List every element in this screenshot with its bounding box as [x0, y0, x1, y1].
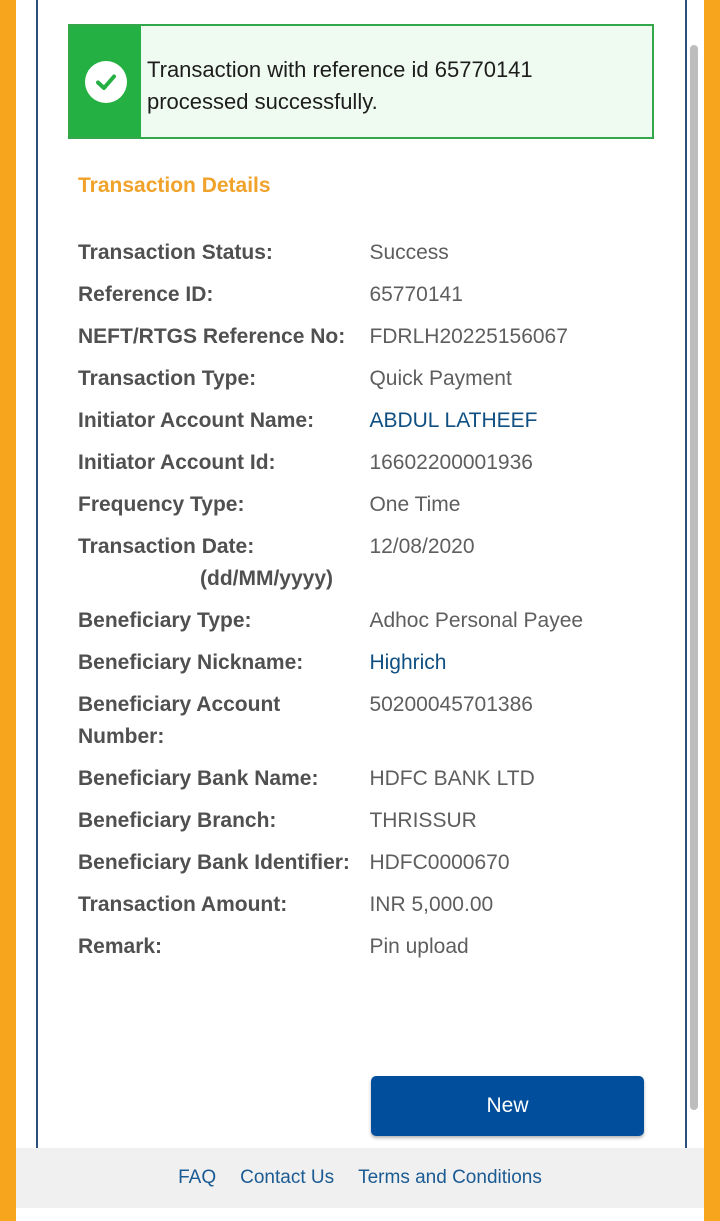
detail-row-beneficiary-nickname: Beneficiary Nickname: Highrich [78, 647, 638, 679]
detail-label: Initiator Account Id: [78, 451, 276, 474]
scrollbar[interactable] [690, 45, 698, 1110]
detail-label: Transaction Type: [78, 367, 257, 390]
detail-row-amount: Transaction Amount: INR 5,000.00 [78, 889, 638, 921]
detail-label: Frequency Type: [78, 493, 245, 516]
contact-us-link[interactable]: Contact Us [240, 1167, 334, 1189]
detail-row-beneficiary-type: Beneficiary Type: Adhoc Personal Payee [78, 605, 638, 637]
detail-label: Transaction Date: (dd/MM/yyyy) [78, 531, 369, 595]
detail-value: Pin upload [369, 935, 469, 958]
detail-row-status: Transaction Status: Success [78, 237, 638, 269]
detail-value: HDFC0000670 [369, 851, 510, 874]
initiator-account-name-link[interactable]: ABDUL LATHEEF [369, 405, 638, 437]
alert-message-line1: Transaction with reference id 65770141 [147, 57, 533, 82]
detail-row-beneficiary-identifier: Beneficiary Bank Identifier: HDFC0000670 [78, 847, 638, 879]
detail-label: Transaction Status: [78, 241, 273, 264]
detail-label: Beneficiary Bank Name: [78, 767, 319, 790]
detail-row-transaction-type: Transaction Type: Quick Payment [78, 363, 638, 395]
detail-row-reference-id: Reference ID: 65770141 [78, 279, 638, 311]
detail-row-transaction-date: Transaction Date: (dd/MM/yyyy) 12/08/202… [78, 531, 638, 595]
detail-row-beneficiary-account: Beneficiary Account Number: 502000457013… [78, 689, 638, 753]
alert-message-line2: processed successfully. [147, 89, 378, 114]
detail-label-main: Transaction Date: [78, 535, 255, 558]
detail-label: Beneficiary Nickname: [78, 651, 304, 674]
detail-label: Beneficiary Type: [78, 609, 252, 632]
detail-value: 65770141 [369, 283, 463, 306]
detail-value: One Time [369, 493, 461, 516]
detail-row-beneficiary-bank: Beneficiary Bank Name: HDFC BANK LTD [78, 763, 638, 795]
detail-label: Beneficiary Account Number: [78, 693, 281, 748]
detail-label: Reference ID: [78, 283, 214, 306]
faq-link[interactable]: FAQ [178, 1167, 216, 1189]
detail-value: 50200045701386 [369, 693, 533, 716]
detail-label: Initiator Account Name: [78, 409, 315, 432]
detail-label: Remark: [78, 935, 163, 958]
detail-value: HDFC BANK LTD [369, 767, 535, 790]
detail-value: Success [369, 241, 449, 264]
detail-row-initiator-name: Initiator Account Name: ABDUL LATHEEF [78, 405, 638, 437]
detail-label-format: (dd/MM/yyyy) [200, 567, 334, 590]
detail-value: INR 5,000.00 [369, 893, 494, 916]
terms-link[interactable]: Terms and Conditions [358, 1167, 542, 1189]
detail-value: THRISSUR [369, 809, 477, 832]
detail-label: Beneficiary Branch: [78, 809, 277, 832]
check-circle-icon [84, 60, 127, 103]
alert-icon-bar [70, 26, 141, 137]
new-button[interactable]: New [371, 1076, 644, 1136]
section-title: Transaction Details [78, 174, 271, 197]
footer: FAQ Contact Us Terms and Conditions [16, 1148, 704, 1208]
detail-value: FDRLH20225156067 [369, 325, 568, 348]
detail-value: 12/08/2020 [369, 535, 475, 558]
detail-row-neft-reference: NEFT/RTGS Reference No: FDRLH20225156067 [78, 321, 638, 353]
page-frame: Transaction with reference id 65770141 p… [16, 0, 704, 1221]
detail-value: Adhoc Personal Payee [369, 609, 584, 632]
detail-row-initiator-id: Initiator Account Id: 16602200001936 [78, 447, 638, 479]
detail-label: NEFT/RTGS Reference No: [78, 325, 346, 348]
detail-value: 16602200001936 [369, 451, 533, 474]
success-alert: Transaction with reference id 65770141 p… [68, 24, 654, 139]
detail-row-beneficiary-branch: Beneficiary Branch: THRISSUR [78, 805, 638, 837]
alert-message: Transaction with reference id 65770141 p… [141, 26, 621, 137]
beneficiary-nickname-link[interactable]: Highrich [369, 647, 638, 679]
detail-value: Quick Payment [369, 367, 512, 390]
detail-label: Transaction Amount: [78, 893, 288, 916]
detail-label: Beneficiary Bank Identifier: [78, 851, 350, 874]
transaction-details: Transaction Status: Success Reference ID… [78, 237, 638, 973]
detail-row-frequency: Frequency Type: One Time [78, 489, 638, 521]
detail-row-remark: Remark: Pin upload [78, 931, 638, 963]
